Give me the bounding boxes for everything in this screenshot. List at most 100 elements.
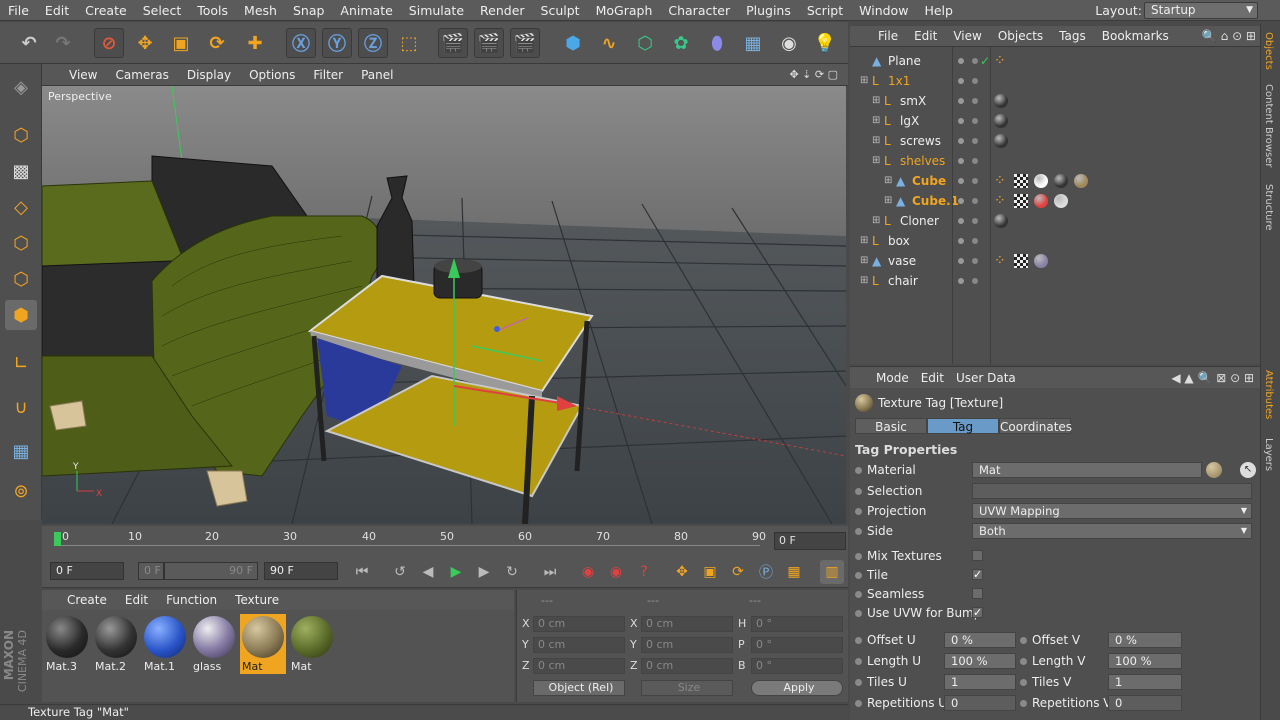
object-tag-icon[interactable]: ⁘: [994, 254, 1008, 268]
size-y-field[interactable]: 0 cm: [641, 637, 733, 653]
animate-dot[interactable]: [855, 528, 862, 535]
pos-y-field[interactable]: 0 cm: [533, 637, 625, 653]
object-tag-icon[interactable]: [1054, 174, 1068, 188]
om-menu-bookmarks[interactable]: Bookmarks: [1094, 29, 1177, 43]
playhead[interactable]: [54, 532, 61, 546]
am-menu-edit[interactable]: Edit: [915, 371, 950, 385]
visibility-dot[interactable]: [958, 78, 964, 84]
start-frame-field[interactable]: 0 F: [50, 562, 124, 580]
layout-select[interactable]: Startup ▼: [1144, 2, 1258, 19]
next-key-icon[interactable]: ↻: [500, 560, 524, 584]
viewport-menu-panel[interactable]: Panel: [352, 68, 402, 82]
visibility-dot[interactable]: [958, 98, 964, 104]
menu-render[interactable]: Render: [472, 0, 533, 21]
visibility-dot[interactable]: [958, 138, 964, 144]
mat-menu-function[interactable]: Function: [157, 593, 226, 607]
size-x-field[interactable]: 0 cm: [641, 616, 733, 632]
uvw-bump-checkbox[interactable]: ✓: [972, 607, 983, 618]
rot-p-field[interactable]: 0 °: [751, 637, 843, 653]
end-frame-field[interactable]: 90 F: [264, 562, 338, 580]
menu-create[interactable]: Create: [77, 0, 135, 21]
viewport-menu-display[interactable]: Display: [178, 68, 240, 82]
material-swatch[interactable]: glass: [191, 614, 237, 674]
go-to-start-icon[interactable]: ⏮: [350, 560, 374, 584]
object-tag-icon[interactable]: ⁘: [994, 54, 1008, 68]
menu-mesh[interactable]: Mesh: [236, 0, 285, 21]
render-dot[interactable]: [972, 198, 978, 204]
tab-objects[interactable]: Objects: [1263, 32, 1274, 70]
x-axis-lock-icon[interactable]: Ⓧ: [286, 28, 316, 58]
am-menu-mode[interactable]: Mode: [870, 371, 915, 385]
animate-dot[interactable]: [855, 700, 862, 707]
make-editable-icon[interactable]: ◈: [5, 72, 37, 102]
object-row[interactable]: ⊞ L Cloner: [850, 211, 1260, 231]
visibility-dot[interactable]: [958, 258, 964, 264]
rotate-tool-icon[interactable]: ⟳: [202, 28, 232, 58]
range-end-field[interactable]: 90 F: [164, 562, 258, 580]
texture-mode-icon[interactable]: ▩: [5, 156, 37, 186]
axis-mode-icon[interactable]: ∟: [5, 348, 37, 378]
animate-dot[interactable]: [855, 508, 862, 515]
viewport-nav-icons[interactable]: ✥ ⇣ ⟳ ▢: [789, 68, 838, 81]
material-swatch[interactable]: Mat.1: [142, 614, 188, 674]
pos-z-field[interactable]: 0 cm: [533, 658, 625, 674]
viewport-menu-view[interactable]: View: [60, 68, 106, 82]
render-dot[interactable]: [972, 158, 978, 164]
tiles-u-field[interactable]: 1: [944, 674, 1016, 690]
key-parameter-icon[interactable]: Ⓟ: [754, 560, 778, 584]
visibility-dot[interactable]: [958, 198, 964, 204]
rot-h-field[interactable]: 0 °: [751, 616, 843, 632]
selection-field[interactable]: [972, 483, 1252, 499]
floor-icon[interactable]: ▦: [738, 28, 768, 58]
tile-checkbox[interactable]: ✓: [972, 569, 983, 580]
repetitions-u-field[interactable]: 0: [944, 695, 1016, 711]
mograph-cloner-icon[interactable]: ✿: [666, 28, 696, 58]
autokeying-icon[interactable]: ◉: [604, 560, 628, 584]
material-swatch[interactable]: Mat.3: [44, 614, 90, 674]
y-axis-lock-icon[interactable]: Ⓨ: [322, 28, 352, 58]
snap-magnet-icon[interactable]: ∪: [5, 392, 37, 422]
edges-mode-icon[interactable]: ⬡: [5, 264, 37, 294]
tab-content-browser[interactable]: Content Browser: [1263, 84, 1274, 167]
viewport-menu-filter[interactable]: Filter: [304, 68, 352, 82]
play-icon[interactable]: ▶: [444, 560, 468, 584]
mat-menu-texture[interactable]: Texture: [226, 593, 288, 607]
material-link-field[interactable]: Mat: [972, 462, 1202, 478]
points-mode-icon[interactable]: ⬡: [5, 228, 37, 258]
rot-b-field[interactable]: 0 °: [751, 658, 843, 674]
am-nav-icons[interactable]: ◀ ▲ 🔍 ⊠ ⊙ ⊞: [1171, 371, 1254, 385]
object-row[interactable]: ⊞ ▲ vase ⁘: [850, 251, 1260, 271]
menu-tools[interactable]: Tools: [189, 0, 236, 21]
perspective-viewport[interactable]: Perspective Y X: [42, 86, 846, 524]
coordinate-system-icon[interactable]: ⬚: [394, 28, 424, 58]
tab-attributes[interactable]: Attributes: [1263, 370, 1274, 419]
material-swatch-selected[interactable]: Mat: [240, 614, 286, 674]
am-menu-user-data[interactable]: User Data: [950, 371, 1022, 385]
timeline-ruler[interactable]: 0 10 20 30 40 50 60 70 80 90: [42, 526, 848, 556]
menu-simulate[interactable]: Simulate: [401, 0, 472, 21]
menu-window[interactable]: Window: [851, 0, 916, 21]
workplane-mode-icon[interactable]: ◇: [5, 192, 37, 222]
enabled-check-icon[interactable]: ✓: [980, 51, 990, 71]
menu-file[interactable]: File: [0, 0, 37, 21]
object-row[interactable]: ⊞ LsmX: [850, 91, 1260, 111]
animate-dot[interactable]: [1020, 700, 1027, 707]
om-menu-edit[interactable]: Edit: [906, 29, 945, 43]
object-tag-icon[interactable]: [994, 134, 1008, 148]
projection-select[interactable]: UVW Mapping ▼: [972, 503, 1252, 519]
redo-icon[interactable]: ↷: [48, 28, 78, 58]
mat-menu-edit[interactable]: Edit: [116, 593, 157, 607]
render-dot[interactable]: [972, 218, 978, 224]
timeline-window-icon[interactable]: ▥: [820, 560, 844, 584]
key-position-icon[interactable]: ✥: [670, 560, 694, 584]
mat-menu-create[interactable]: Create: [58, 593, 116, 607]
camera-icon[interactable]: ◉: [774, 28, 804, 58]
viewport-menu-options[interactable]: Options: [240, 68, 304, 82]
pos-x-field[interactable]: 0 cm: [533, 616, 625, 632]
soft-selection-icon[interactable]: ⊚: [5, 476, 37, 506]
cube-primitive-icon[interactable]: ⬢: [558, 28, 588, 58]
next-frame-icon[interactable]: ▶: [472, 560, 496, 584]
size-z-field[interactable]: 0 cm: [641, 658, 733, 674]
render-settings-icon[interactable]: 🎬: [510, 28, 540, 58]
animate-dot[interactable]: [855, 553, 862, 560]
